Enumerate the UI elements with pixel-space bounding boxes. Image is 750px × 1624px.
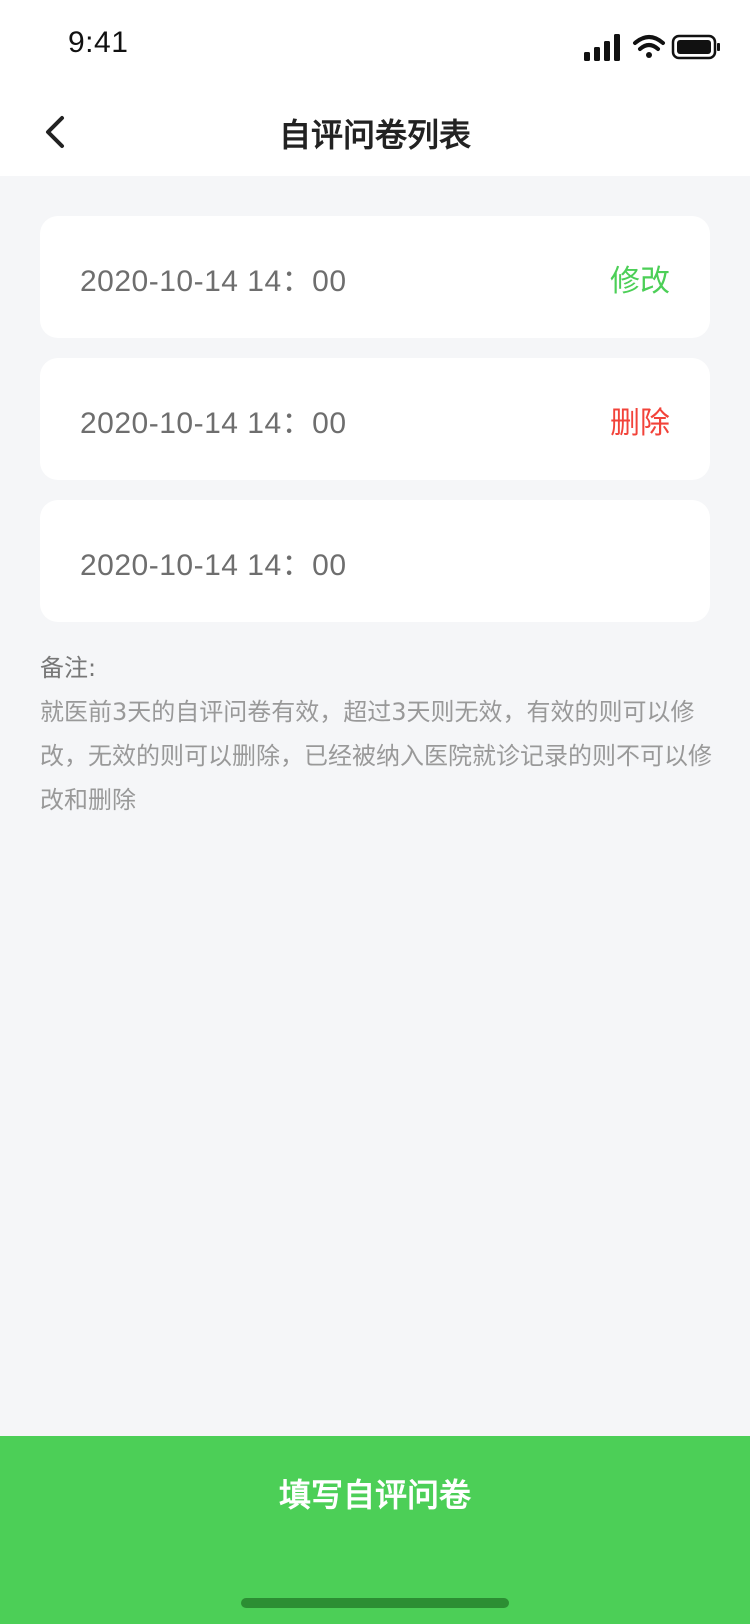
record-time: 2020-10-14 14：00 [80,549,347,582]
signal-icon [584,34,620,61]
note-title: 备注: [40,654,97,682]
record-time: 2020-10-14 14：00 [80,265,347,298]
delete-button[interactable]: 删除 [610,398,670,442]
record-time: 2020-10-14 14：00 [80,407,347,440]
list-item[interactable]: 2020-10-14 14：00 修改 [40,216,710,338]
note-body: 就医前3天的自评问卷有效，超过3天则无效，有效的则可以修改，无效的则可以删除，已… [40,698,712,814]
list-item[interactable]: 2020-10-14 14：00 删除 [40,358,710,480]
wifi-icon [633,35,665,58]
battery-icon [671,34,720,60]
status-icons [584,34,720,61]
status-time: 9:41 [68,26,129,59]
home-indicator [241,1598,509,1608]
fill-questionnaire-button[interactable]: 填写自评问卷 [0,1436,750,1624]
list-item[interactable]: 2020-10-14 14：00 [40,500,710,622]
edit-button[interactable]: 修改 [610,256,670,300]
fill-questionnaire-label: 填写自评问卷 [278,1476,471,1514]
note-section: 备注: 就医前3天的自评问卷有效，超过3天则无效，有效的则可以修改，无效的则可以… [40,646,712,822]
nav-bar: 自评问卷列表 [0,88,750,176]
questionnaire-list: 2020-10-14 14：00 修改 2020-10-14 14：00 删除 … [40,216,710,642]
page-title: 自评问卷列表 [278,116,471,154]
status-bar: 9:41 [0,0,750,88]
